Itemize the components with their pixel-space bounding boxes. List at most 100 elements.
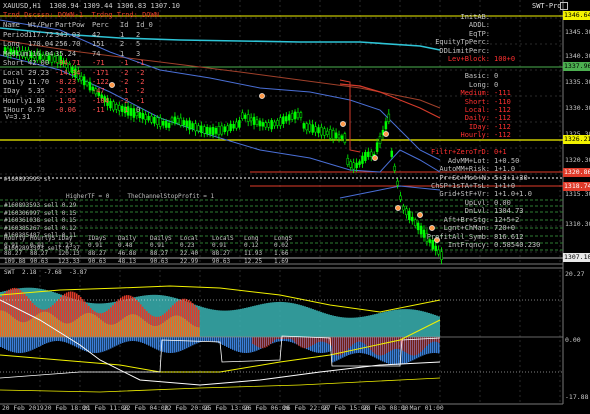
- histogram-bar: [70, 322, 72, 337]
- candle-body: [170, 117, 174, 122]
- histogram-bar: [392, 337, 394, 350]
- histogram-bar: [28, 337, 30, 352]
- histogram-bar: [432, 337, 434, 342]
- histogram-bar: [316, 310, 318, 337]
- histogram-bar: [234, 309, 236, 337]
- table-cell: 11.70: [28, 78, 50, 86]
- candle-body: [200, 125, 203, 133]
- tf-value-cell: 0.91: [4, 242, 19, 249]
- histogram-bar: [160, 324, 162, 337]
- candle-body: [132, 108, 136, 118]
- histogram-bar: [306, 307, 308, 337]
- histogram-bar: [184, 337, 186, 350]
- time-label: 22 Feb 20:00: [164, 405, 210, 412]
- info-value: 0: [494, 80, 499, 89]
- info-label: DDLimitPerc:: [439, 46, 490, 55]
- histogram-bar: [270, 337, 272, 344]
- histogram-bar: [408, 309, 410, 337]
- histogram-bar: [338, 316, 340, 337]
- candle-body: [197, 125, 200, 132]
- histogram-bar: [248, 337, 250, 353]
- histogram-bar: [114, 323, 116, 337]
- histogram-bar: [262, 337, 264, 349]
- candle-body: [352, 162, 355, 170]
- histogram-bar: [204, 307, 206, 337]
- candle-body: [159, 117, 162, 127]
- histogram-bar: [240, 337, 242, 353]
- histogram-bar: [178, 337, 180, 352]
- table-cell: -2: [120, 78, 129, 86]
- histogram-bar: [380, 312, 382, 337]
- histogram-bar: [242, 337, 244, 353]
- histogram-bar: [6, 312, 8, 337]
- table-cell: -122: [92, 78, 109, 86]
- histogram-bar: [436, 315, 438, 337]
- table-cell: 1.88: [28, 96, 45, 105]
- info-value: -112: [494, 105, 511, 114]
- histogram-bar: [326, 313, 328, 337]
- histogram-bar: [40, 337, 42, 346]
- time-label: 1 Mar 01:00: [402, 405, 444, 412]
- table-cell: Short: [3, 59, 25, 68]
- candle-body: [153, 116, 156, 124]
- info-label: Pr+St+Mst+N:: [439, 173, 490, 182]
- candle-body: [112, 101, 115, 111]
- histogram-bar: [110, 324, 112, 337]
- price-label: 1310.30: [565, 220, 590, 228]
- histogram-bar: [142, 319, 144, 337]
- price-tag: 1326.21: [563, 135, 590, 144]
- info-label: UpLvl:: [464, 198, 490, 207]
- histogram-bar: [144, 320, 146, 337]
- candle-body: [244, 114, 247, 119]
- histogram-bar: [396, 337, 398, 349]
- histogram-bar: [360, 337, 362, 342]
- candle-body: [258, 120, 262, 127]
- table-cell: -2: [120, 68, 129, 77]
- histogram-bar: [292, 337, 294, 341]
- histogram-bar: [210, 337, 212, 342]
- histogram-bar: [332, 315, 334, 337]
- histogram-bar: [212, 337, 214, 342]
- table-cell: Local: [3, 68, 25, 77]
- candle-body: [440, 251, 443, 260]
- candle-body: [246, 114, 250, 122]
- candle-body: [334, 132, 338, 139]
- histogram-bar: [390, 337, 392, 351]
- histogram-bar: [100, 319, 102, 337]
- tf-value-cell: 88.27: [4, 250, 23, 257]
- candle-body: [82, 76, 86, 86]
- histogram-bar: [434, 314, 436, 337]
- candle-body: [285, 116, 288, 122]
- histogram-bar: [388, 310, 390, 337]
- histogram-bar: [104, 322, 106, 337]
- candle-body: [238, 120, 241, 128]
- histogram-bar: [204, 337, 206, 342]
- histogram-bar: [14, 318, 16, 337]
- candle-body: [317, 127, 320, 134]
- tf-value-cell: 120.13: [58, 250, 80, 257]
- histogram-bar: [42, 311, 44, 337]
- histogram-bar: [132, 337, 134, 342]
- info-value: 1+1+0: [494, 182, 516, 190]
- table-cell: -2: [136, 78, 145, 86]
- histogram-bar: [344, 317, 346, 337]
- histogram-bar: [146, 337, 148, 345]
- histogram-bar: [30, 319, 32, 337]
- histogram-bar: [260, 337, 262, 349]
- histogram-bar: [332, 337, 334, 354]
- window-close-icon[interactable]: [560, 2, 568, 10]
- histogram-bar: [354, 337, 356, 343]
- table-cell: -8.23: [55, 78, 77, 86]
- candle-body: [147, 115, 150, 121]
- histogram-bar: [390, 310, 392, 337]
- histogram-bar: [210, 309, 212, 337]
- histogram-bar: [8, 337, 10, 351]
- histogram-bar: [122, 318, 124, 337]
- histogram-bar: [342, 337, 344, 354]
- histogram-bar: [194, 326, 196, 337]
- histogram-bar: [158, 325, 160, 337]
- histogram-bar: [196, 327, 198, 337]
- histogram-bar: [398, 337, 400, 350]
- info-label: ADDL:: [468, 21, 490, 30]
- candle-body: [235, 121, 238, 129]
